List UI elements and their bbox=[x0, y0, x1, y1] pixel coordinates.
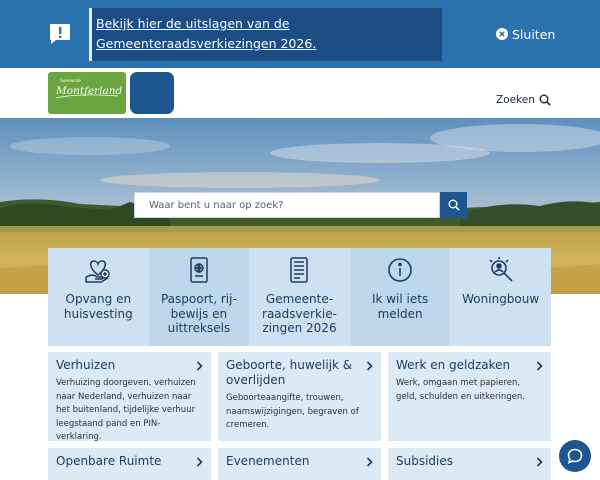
magnifier-icon bbox=[489, 257, 513, 282]
card-description: Verhuizing doorgeven, verhuizen naar Ned… bbox=[56, 378, 196, 442]
passport-icon bbox=[190, 257, 208, 283]
card-evenementen[interactable]: Evenementen bbox=[218, 448, 381, 480]
hero-search-input[interactable] bbox=[134, 192, 440, 218]
tile-verkiezingen[interactable]: Gemeente- raadsverkie- zingen 2026 bbox=[249, 248, 350, 346]
tile-label: Woningbouw bbox=[462, 292, 540, 306]
chat-bubble-icon bbox=[567, 448, 583, 464]
tile-label: Gemeente- raadsverkie- zingen 2026 bbox=[262, 292, 337, 335]
alert-message-box: Bekijk hier de uitslagen van de Gemeente… bbox=[89, 8, 442, 61]
card-description: Werk, omgaan met papieren, geld, schulde… bbox=[396, 378, 525, 402]
tile-paspoort[interactable]: Paspoort, rij- bewijs en uittreksels bbox=[148, 248, 250, 346]
card-title: Evenementen bbox=[226, 454, 310, 468]
card-subsidies[interactable]: Subsidies bbox=[388, 448, 551, 480]
hero-search-button[interactable] bbox=[440, 192, 467, 218]
site-header: Gemeente Montferland Zoeken bbox=[0, 68, 600, 118]
chevron-right-icon bbox=[536, 361, 543, 371]
alert-accent-bar bbox=[89, 8, 92, 61]
chat-button[interactable] bbox=[559, 440, 591, 472]
chevron-right-icon bbox=[366, 457, 373, 467]
card-title: Verhuizen bbox=[56, 358, 116, 372]
tile-melden[interactable]: Ik wil iets melden bbox=[349, 248, 451, 346]
close-alert-button[interactable]: Sluiten bbox=[496, 26, 555, 42]
card-geboorte[interactable]: Geboorte, huwelijk & overlijden Geboorte… bbox=[218, 352, 381, 441]
alert-link[interactable]: Bekijk hier de uitslagen van de Gemeente… bbox=[96, 14, 436, 54]
chevron-right-icon bbox=[196, 457, 203, 467]
quick-links: Opvang en huisvesting Paspoort, rij- bew… bbox=[48, 248, 551, 346]
card-werk-geldzaken[interactable]: Werk en geldzaken Werk, omgaan met papie… bbox=[388, 352, 551, 441]
tile-label: Paspoort, rij- bewijs en uittreksels bbox=[160, 292, 237, 335]
document-icon bbox=[290, 257, 309, 283]
exclamation-speech-icon bbox=[50, 24, 70, 44]
alert-banner: Bekijk hier de uitslagen van de Gemeente… bbox=[0, 0, 600, 68]
card-verhuizen[interactable]: Verhuizen Verhuizing doorgeven, verhuize… bbox=[48, 352, 211, 442]
card-title: Geboorte, huwelijk & overlijden bbox=[226, 358, 353, 387]
logo-small-text: Gemeente bbox=[60, 78, 81, 83]
montferland-logo[interactable]: Gemeente Montferland bbox=[48, 72, 174, 114]
card-title: Openbare Ruimte bbox=[56, 454, 162, 468]
search-icon bbox=[448, 199, 460, 211]
card-openbare-ruimte[interactable]: Openbare Ruimte bbox=[48, 448, 211, 480]
card-title: Subsidies bbox=[396, 454, 454, 468]
heart-hand-icon bbox=[85, 260, 111, 283]
close-circle-icon bbox=[496, 28, 508, 40]
close-label: Sluiten bbox=[512, 26, 556, 42]
chevron-right-icon bbox=[366, 361, 373, 371]
tile-label: Ik wil iets melden bbox=[371, 292, 429, 321]
tile-label: Opvang en huisvesting bbox=[63, 292, 133, 321]
info-icon bbox=[388, 258, 412, 282]
search-link[interactable]: Zoeken bbox=[496, 94, 551, 106]
tile-woningbouw[interactable]: Woningbouw bbox=[450, 248, 551, 346]
tile-opvang[interactable]: Opvang en huisvesting bbox=[48, 248, 149, 346]
chevron-right-icon bbox=[196, 361, 203, 371]
card-description: Geboorteaangifte, trouwen, naamswijzigin… bbox=[226, 393, 359, 430]
card-title: Werk en geldzaken bbox=[396, 358, 511, 372]
chevron-right-icon bbox=[536, 457, 543, 467]
search-label: Zoeken bbox=[496, 94, 535, 106]
search-icon bbox=[539, 94, 551, 106]
